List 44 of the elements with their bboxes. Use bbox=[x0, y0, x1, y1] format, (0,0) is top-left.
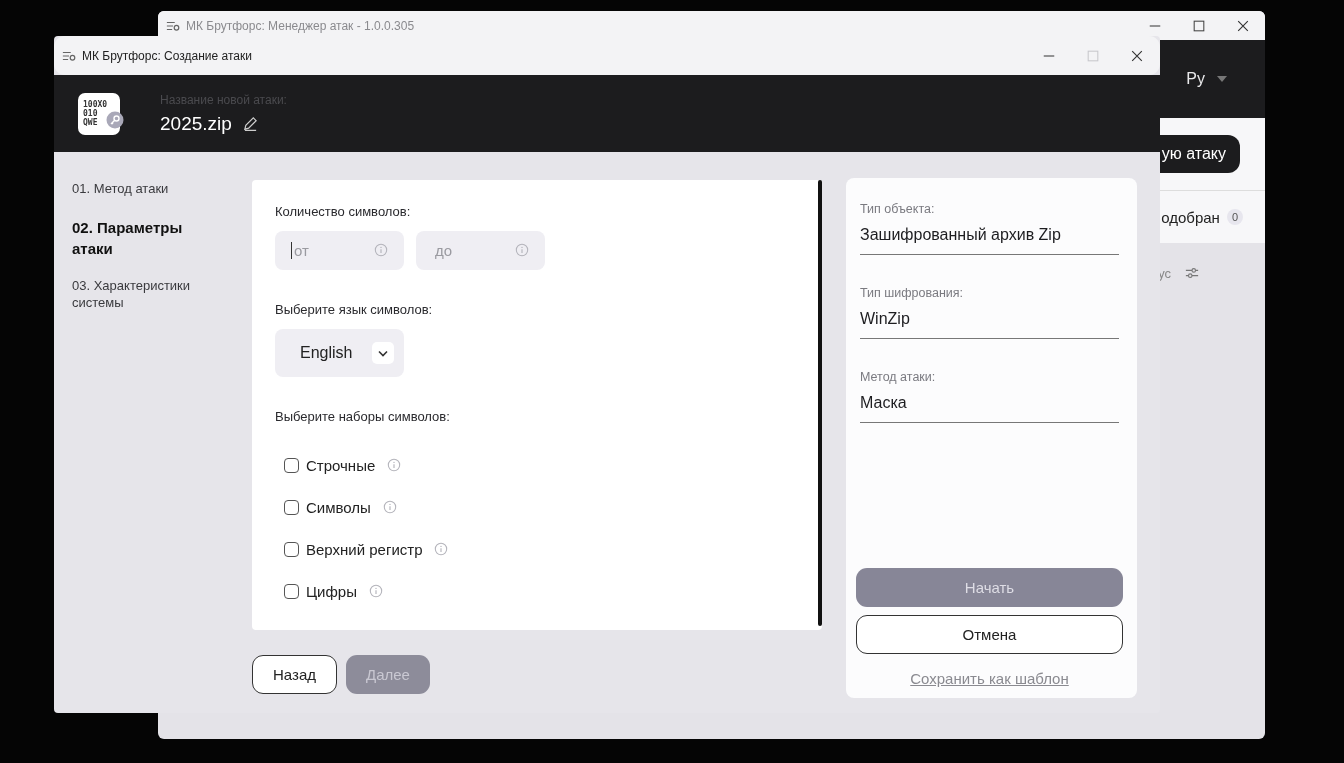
checkbox[interactable] bbox=[284, 457, 299, 473]
step-item[interactable]: 01. Метод атаки bbox=[72, 180, 222, 197]
back-button[interactable]: Назад bbox=[252, 655, 337, 694]
status-tab[interactable]: одобран bbox=[1161, 208, 1220, 226]
info-icon[interactable] bbox=[368, 584, 383, 598]
checkbox-label: Строчные bbox=[306, 456, 376, 474]
chevron-down-icon[interactable] bbox=[372, 342, 394, 364]
info-icon[interactable] bbox=[434, 542, 449, 556]
key-icon bbox=[106, 110, 124, 129]
cancel-button[interactable]: Отмена bbox=[856, 615, 1123, 654]
input-field[interactable]: от bbox=[275, 231, 404, 270]
field-label: Выберите наборы символов: bbox=[275, 409, 451, 424]
info-icon[interactable] bbox=[387, 458, 402, 472]
language-selector[interactable]: Ру bbox=[1186, 70, 1205, 88]
checkbox[interactable] bbox=[284, 499, 299, 515]
attack-name: 2025.zip bbox=[160, 112, 232, 135]
count-badge: 0 bbox=[1226, 209, 1243, 225]
checkbox-label: Символы bbox=[306, 498, 371, 516]
summary-value: Зашифрованный архив Zip bbox=[860, 226, 1062, 244]
field-label: Количество символов: bbox=[275, 204, 412, 219]
summary-value: Маска bbox=[860, 394, 908, 412]
sliders-icon[interactable] bbox=[1185, 266, 1199, 280]
summary-label: Метод атаки: bbox=[860, 370, 937, 384]
maximize-icon[interactable] bbox=[1192, 18, 1206, 33]
window-title: МК Брутфорс: Создание атаки bbox=[82, 48, 252, 63]
language-dropdown[interactable]: English bbox=[275, 329, 404, 377]
close-icon[interactable] bbox=[1236, 18, 1250, 33]
info-icon[interactable] bbox=[382, 500, 397, 514]
checkbox-label: Верхний регистр bbox=[306, 540, 423, 558]
field-label: Выберите язык символов: bbox=[275, 302, 434, 317]
caret-icon[interactable] bbox=[1217, 76, 1227, 82]
checkbox[interactable] bbox=[284, 541, 299, 557]
scrollbar[interactable] bbox=[818, 180, 822, 626]
pencil-icon[interactable] bbox=[242, 116, 258, 131]
checkbox[interactable] bbox=[284, 583, 299, 599]
input-field[interactable]: до bbox=[416, 231, 545, 270]
step-item[interactable]: 03. Характеристики системы bbox=[72, 277, 222, 311]
summary-value: WinZip bbox=[860, 310, 911, 328]
step-item[interactable]: 02. Параметры атаки bbox=[72, 217, 222, 259]
summary-label: Тип объекта: bbox=[860, 202, 936, 216]
close-icon[interactable] bbox=[1130, 48, 1144, 63]
checkbox-label: Цифры bbox=[306, 582, 357, 600]
window-title: МК Брутфорс: Менеджер атак - 1.0.0.305 bbox=[186, 18, 415, 33]
summary-label: Тип шифрования: bbox=[860, 286, 965, 300]
